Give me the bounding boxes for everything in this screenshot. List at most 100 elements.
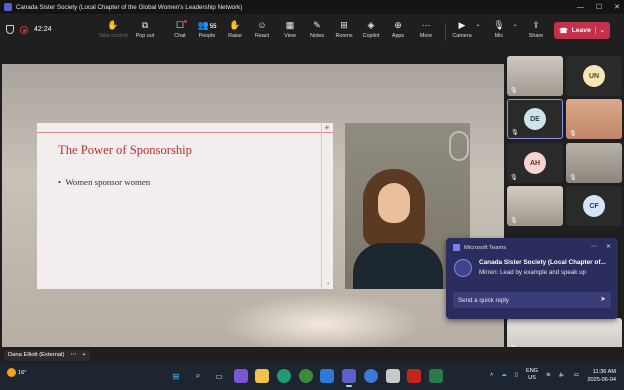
- react-button[interactable]: ☺ React: [247, 18, 277, 46]
- slide-top-rule: [37, 132, 333, 133]
- leave-button[interactable]: ☎ Leave ⌄: [554, 22, 610, 39]
- copilot-app-icon[interactable]: [234, 369, 248, 383]
- notes-button[interactable]: ✎ Notes: [302, 18, 332, 46]
- maximize-button[interactable]: ☐: [596, 3, 602, 11]
- more-icon: ⋯: [421, 20, 431, 30]
- notes-icon: ✎: [313, 20, 321, 30]
- slide-ornament-icon: ✳: [324, 125, 330, 132]
- browser-icon[interactable]: [364, 369, 378, 383]
- close-window-button[interactable]: ✕: [614, 3, 620, 11]
- toast-close-button[interactable]: ✕: [606, 243, 611, 250]
- window-controls: — ☐ ✕: [577, 0, 620, 14]
- participant-tile[interactable]: CF: [566, 186, 622, 226]
- rooms-icon: ⊞: [340, 20, 348, 30]
- toast-message: Mirren: Lead by example and speak up: [479, 269, 586, 276]
- teams-icon: [453, 244, 460, 251]
- view-button[interactable]: ▦ View: [275, 18, 305, 46]
- outlook-icon[interactable]: [320, 369, 334, 383]
- teams-notification-toast[interactable]: Microsoft Teams ⋯ ✕ Canada Sister Societ…: [446, 238, 618, 319]
- acrobat-icon[interactable]: [407, 369, 421, 383]
- speaker-device-icon[interactable]: ▯: [515, 372, 518, 378]
- weather-temp: 16°: [18, 369, 27, 376]
- chevron-down-icon: ⌄: [512, 22, 518, 28]
- toast-more-button[interactable]: ⋯: [591, 243, 597, 250]
- wifi-icon[interactable]: ≋: [546, 372, 551, 378]
- start-button[interactable]: ⊞: [169, 369, 183, 383]
- teams-app-icon: [4, 3, 12, 11]
- clock-time: 11:36 AM: [592, 369, 616, 375]
- toast-header: Microsoft Teams: [453, 244, 506, 251]
- participant-tile[interactable]: AH 🎙: [507, 143, 563, 183]
- window-titlebar: Canada Sister Society (Local Chapter of …: [0, 0, 624, 14]
- participant-tile[interactable]: 🎙: [566, 99, 622, 139]
- share-button[interactable]: ⇪ Share: [521, 18, 551, 46]
- camera-options-button[interactable]: ⌄: [473, 18, 483, 46]
- mic-off-icon: 🎙: [569, 131, 577, 137]
- chrome-icon[interactable]: [299, 369, 313, 383]
- region-code: US: [528, 375, 536, 381]
- participant-tile[interactable]: UN: [566, 56, 622, 96]
- apps-button[interactable]: ⊕ Apps: [383, 18, 413, 46]
- send-icon[interactable]: ➤: [600, 295, 606, 303]
- battery-icon[interactable]: ▭: [574, 372, 579, 378]
- quick-reply-input[interactable]: [453, 292, 593, 308]
- take-control-icon: ✋: [107, 20, 119, 30]
- chevron-down-icon[interactable]: ⌄: [594, 27, 605, 34]
- teams-taskbar-icon[interactable]: [342, 369, 356, 387]
- view-icon: ▦: [285, 20, 295, 30]
- background-logo: [449, 131, 469, 161]
- chat-icon: ☐: [175, 20, 185, 30]
- share-icon: ⇪: [532, 20, 540, 30]
- chevron-up-icon[interactable]: ˄: [490, 372, 493, 378]
- people-icon: 👥: [197, 20, 209, 30]
- pop-out-button[interactable]: ⧉ Pop out: [130, 18, 160, 46]
- apps-icon: ⊕: [394, 20, 402, 30]
- weather-widget[interactable]: 16°: [7, 368, 26, 377]
- slide-title: The Power of Sponsorship: [58, 143, 192, 157]
- slide-bullet: • Women sponsor women: [58, 177, 151, 187]
- react-icon: ☺: [257, 20, 267, 30]
- mic-options-button[interactable]: ⌄: [510, 18, 520, 46]
- more-icon[interactable]: ⋯: [70, 350, 76, 361]
- unread-badge: [184, 20, 187, 23]
- file-explorer-icon[interactable]: [255, 369, 269, 383]
- document-icon[interactable]: [386, 369, 400, 383]
- minimize-button[interactable]: —: [577, 4, 584, 11]
- participant-tile-selected[interactable]: DE 🎙: [507, 99, 563, 139]
- add-icon[interactable]: +: [82, 350, 85, 361]
- people-button[interactable]: 👥55 People: [192, 18, 222, 46]
- raise-hand-button[interactable]: ✋ Raise: [220, 18, 250, 46]
- toast-title: Canada Sister Society (Local Chapter of.…: [479, 259, 606, 266]
- mic-off-icon: 🎙: [569, 175, 577, 181]
- speaker-body: [353, 243, 443, 289]
- chat-button[interactable]: ☐ Chat: [165, 18, 195, 46]
- shield-icon: [6, 25, 14, 34]
- slide-page-marker: ▪: [327, 281, 329, 287]
- onedrive-icon[interactable]: ☁: [501, 372, 507, 378]
- windows-taskbar: 16° ⊞ ⌕ ▭ ˄ ☁ ▯ ENG US ≋ 🔈 ▭ 11:36 AM 20…: [0, 363, 624, 390]
- more-button[interactable]: ⋯ More: [411, 18, 441, 46]
- take-control-button[interactable]: ✋ Take control: [98, 18, 128, 46]
- copilot-button[interactable]: ◈ Copilot: [356, 18, 386, 46]
- excel-icon[interactable]: [429, 369, 443, 383]
- volume-icon[interactable]: 🔈: [559, 372, 566, 378]
- language-indicator[interactable]: ENG US: [526, 368, 538, 382]
- mic-off-icon: 🎙: [511, 130, 519, 136]
- language-code: ENG: [525, 368, 539, 374]
- rooms-button[interactable]: ⊞ Rooms: [329, 18, 359, 46]
- participant-tile[interactable]: 🎙: [566, 143, 622, 183]
- participant-tile[interactable]: 🎙: [507, 56, 563, 96]
- clock-date: 2025-06-04: [587, 377, 616, 383]
- slide-side-rule: [321, 123, 322, 289]
- task-view-icon[interactable]: ▭: [212, 369, 226, 383]
- system-clock[interactable]: 11:36 AM 2025-06-04: [580, 368, 616, 384]
- mic-off-icon: 🎙: [510, 88, 518, 94]
- mic-off-icon: 🎙: [510, 175, 518, 181]
- search-icon[interactable]: ⌕: [191, 369, 205, 383]
- meeting-toolbar: 42:24 ✋ Take control ⧉ Pop out ☐ Chat 👥5…: [0, 14, 624, 48]
- participant-tile[interactable]: 🎙: [507, 186, 563, 226]
- background-light: [222, 294, 422, 347]
- meeting-bottom-bar: Dana Elliott (External) ⋯ +: [0, 347, 624, 363]
- edge-icon[interactable]: [277, 369, 291, 383]
- speaker-face: [378, 183, 410, 223]
